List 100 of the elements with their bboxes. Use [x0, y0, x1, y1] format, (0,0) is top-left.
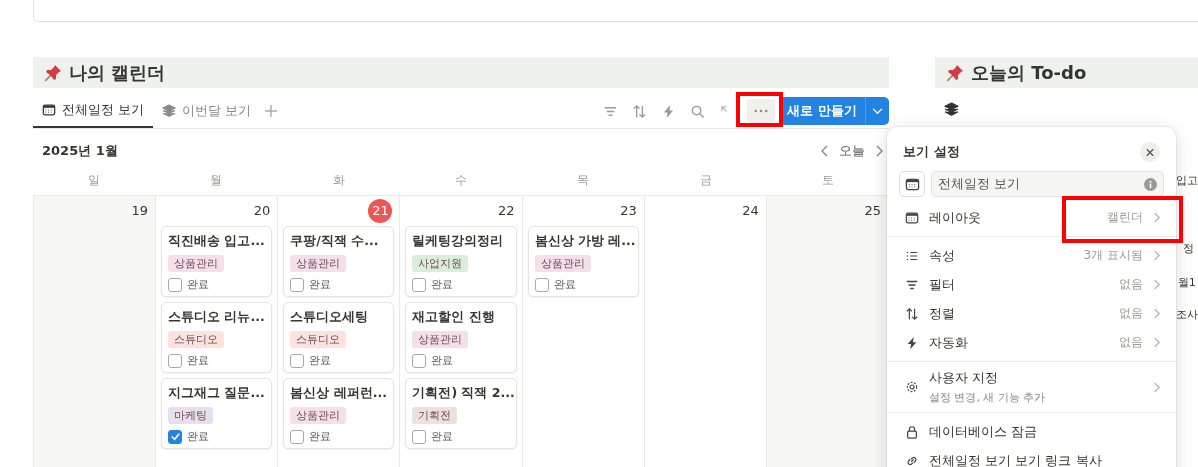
event-title: 스튜디오 리뉴...: [168, 309, 265, 326]
layers-icon: [162, 104, 177, 118]
info-icon: [1144, 177, 1157, 191]
menu-item-value: 3개 표시됨: [1083, 247, 1143, 264]
event-title: 봄신상 가방 레...: [534, 233, 636, 250]
dropdown-button[interactable]: [865, 97, 889, 125]
event-card[interactable]: 스튜디오세팅 스튜디오 완료: [283, 302, 395, 373]
menu-item[interactable]: 데이터베이스 잠금: [887, 417, 1176, 446]
view-tab[interactable]: 전체일정 보기: [33, 94, 154, 128]
pin-icon: [945, 62, 965, 83]
event-card[interactable]: 봄신상 가방 레... 상품관리 완료: [527, 226, 639, 297]
weekday-label: 월: [209, 171, 224, 189]
chevron-down-icon: [872, 107, 883, 115]
event-card[interactable]: 봄신상 레퍼런... 상품관리 완료: [283, 378, 395, 449]
view-tab[interactable]: 이번달 보기: [153, 94, 261, 128]
checkbox-label: 완료: [553, 277, 576, 292]
chevron-icon: [1153, 212, 1160, 223]
chevron-icon: [1153, 381, 1160, 393]
chevron-icon: [1153, 279, 1160, 290]
checkbox[interactable]: [290, 353, 305, 368]
weekday-label: 토: [820, 171, 835, 189]
weekday-label: 일: [87, 171, 102, 189]
menu-item-value: 없음: [1119, 305, 1143, 322]
more-button[interactable]: [747, 99, 776, 123]
tag: 상품관리: [168, 255, 225, 272]
menu-item[interactable]: 속성 3개 표시됨: [887, 241, 1176, 270]
event-card[interactable]: 재고할인 진행 상품관리 완료: [405, 302, 517, 373]
checkbox[interactable]: [412, 277, 427, 292]
checkbox-label: 완료: [431, 277, 454, 292]
layers-icon[interactable]: [944, 102, 959, 117]
weekday-label: 목: [576, 171, 591, 189]
tag: 상품관리: [412, 331, 469, 348]
date-number: 21: [368, 199, 393, 223]
event-title: 봄신상 레퍼런...: [290, 385, 387, 402]
event-title: 지그재그 질문...: [168, 385, 265, 402]
checkbox[interactable]: [168, 429, 183, 444]
section-title: 나의 캘린더: [69, 60, 166, 85]
chevron-icon: [1153, 308, 1160, 319]
sort-icon: [905, 306, 919, 321]
event-card[interactable]: 쿠팡/직잭 수... 상품관리 완료: [283, 226, 395, 297]
menu-item-label: 사용자 지정: [929, 369, 1000, 387]
today-button[interactable]: 오늘: [835, 142, 869, 160]
lightning-icon: [905, 335, 919, 350]
menu-item[interactable]: 사용자 지정 설정 변경, 새 기능 추가: [887, 366, 1176, 408]
menu-item-value: 없음: [1119, 334, 1143, 351]
menu-title: 보기 설정: [903, 143, 960, 161]
tag: 스튜디오: [290, 331, 347, 348]
checkbox[interactable]: [412, 353, 427, 368]
checkbox[interactable]: [412, 429, 427, 444]
menu-item[interactable]: 자동화 없음: [887, 328, 1176, 357]
view-name-field[interactable]: 전체일정 보기: [931, 171, 1164, 197]
checkbox-label: 완료: [187, 353, 210, 368]
menu-item-label: 전체일정 보기 보기 링크 복사: [929, 451, 1103, 467]
highlight-box: [736, 92, 783, 127]
menu-item[interactable]: 레이아웃 캘린더: [887, 203, 1176, 232]
event-title: 쿠팡/직잭 수...: [290, 233, 379, 250]
event-card[interactable]: 기획전) 직잭 2... 기획전 완료: [405, 378, 517, 449]
tag: 상품관리: [290, 255, 347, 272]
event-card[interactable]: 직진배송 입고... 상품관리 완료: [161, 226, 273, 297]
checkbox-label: 완료: [187, 429, 210, 444]
previous-icon[interactable]: [821, 145, 829, 157]
table-cell: 조사: [1176, 308, 1198, 322]
date-number: 24: [742, 202, 759, 220]
checkbox[interactable]: [168, 277, 183, 292]
menu-item[interactable]: 전체일정 보기 보기 링크 복사: [887, 446, 1176, 467]
icon-button[interactable]: [899, 171, 925, 197]
lock-icon: [905, 424, 919, 439]
menu-item-label: 자동화: [929, 333, 969, 352]
event-card[interactable]: 스튜디오 리뉴... 스튜디오 완료: [161, 302, 273, 373]
chevron-icon: [1153, 337, 1160, 348]
checkbox[interactable]: [534, 277, 549, 292]
menu-item[interactable]: 정렬 없음: [887, 299, 1176, 328]
checkbox-label: 완료: [431, 353, 454, 368]
sort-icon[interactable]: [632, 103, 648, 119]
checkbox-label: 완료: [187, 277, 210, 292]
checkbox[interactable]: [168, 353, 183, 368]
search-icon[interactable]: [690, 103, 706, 119]
month-label: 2025년 1월: [42, 142, 118, 160]
tag: 상품관리: [534, 255, 591, 272]
settings-icon: [905, 380, 919, 394]
close-button[interactable]: [1140, 142, 1160, 162]
next-icon[interactable]: [875, 145, 883, 157]
calendar-icon: [904, 176, 920, 192]
menu-item-value: 캘린더: [1107, 209, 1143, 226]
checkbox-label: 완료: [431, 429, 454, 444]
menu-item-label: 데이터베이스 잠금: [929, 422, 1039, 441]
tag: 기획전: [412, 407, 458, 424]
checkbox[interactable]: [290, 277, 305, 292]
event-title: 재고할인 진행: [412, 309, 495, 326]
checkbox[interactable]: [290, 429, 305, 444]
date-number: 19: [131, 202, 149, 220]
weekday-label: 수: [454, 171, 468, 189]
menu-item[interactable]: 필터 없음: [887, 270, 1176, 299]
date-number: 22: [498, 202, 515, 220]
menu-item-description: 설정 변경, 새 기능 추가: [929, 390, 1047, 405]
event-card[interactable]: 릴케팅강의정리 사업지원 완료: [405, 226, 517, 297]
section-title: 오늘의 To-do: [971, 60, 1087, 85]
more-icon: [754, 109, 769, 113]
event-card[interactable]: 지그재그 질문... 마케팅 완료: [161, 378, 273, 449]
event-title: 직진배송 입고...: [168, 233, 265, 250]
